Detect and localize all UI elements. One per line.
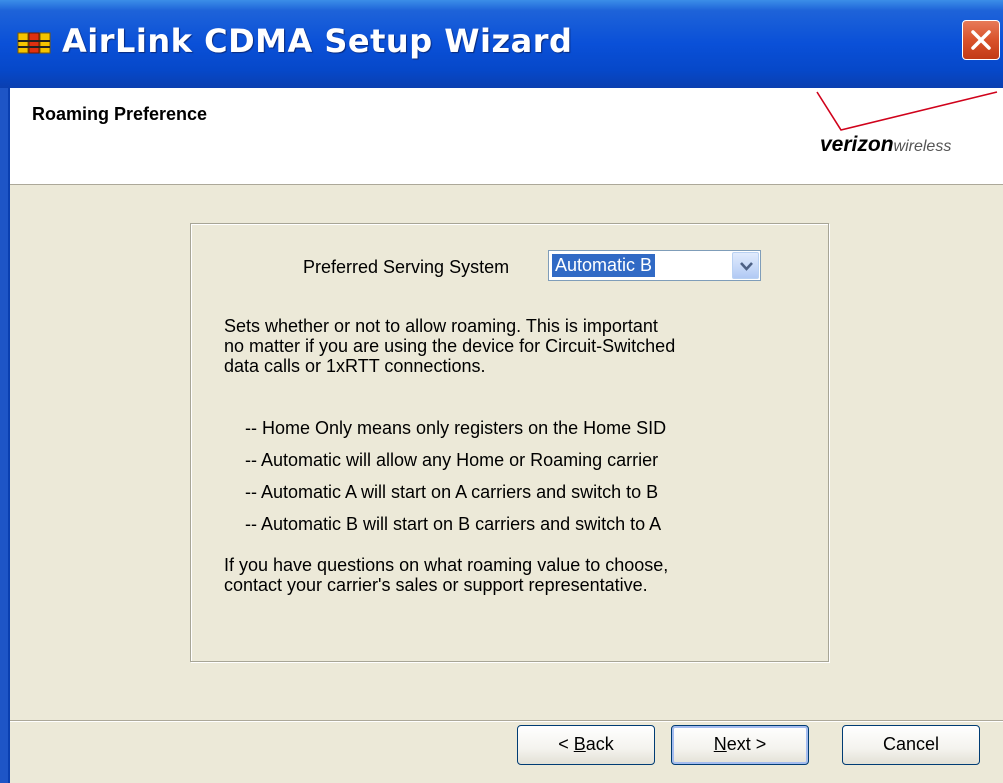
logo-brand-light: wireless — [893, 138, 952, 155]
description-line: Sets whether or not to allow roaming. Th… — [224, 316, 658, 336]
selected-value: Automatic B — [552, 254, 656, 277]
option-help-automatic-a: -- Automatic A will start on A carriers … — [245, 482, 659, 502]
description-line: data calls or 1xRTT connections. — [224, 356, 486, 376]
page-title: Roaming Preference — [32, 104, 208, 124]
logo-brand-bold: verizon — [820, 133, 894, 156]
back-prefix: < — [558, 734, 574, 754]
back-rest: ack — [585, 734, 614, 754]
airlink-app-icon — [17, 32, 51, 54]
next-rest: ext > — [726, 734, 767, 754]
footer-line: If you have questions on what roaming va… — [224, 555, 669, 575]
dropdown-button[interactable] — [732, 252, 759, 279]
verizon-wireless-logo: verizonwireless — [820, 133, 951, 157]
roaming-groupbox: Preferred Serving System Automatic B Set… — [190, 223, 829, 662]
preferred-serving-system-select[interactable]: Automatic B — [548, 250, 761, 281]
title-bar[interactable]: AirLink CDMA Setup Wizard — [0, 0, 1003, 89]
roaming-footer-note: If you have questions on what roaming va… — [224, 555, 668, 595]
next-mnemonic: N — [713, 734, 727, 754]
description-line: no matter if you are using the device fo… — [224, 336, 676, 356]
wizard-header: Roaming Preference verizonwireless — [10, 88, 1003, 185]
setup-wizard-window: AirLink CDMA Setup Wizard Roaming Prefer… — [0, 0, 1003, 783]
option-help-automatic: -- Automatic will allow any Home or Roam… — [245, 450, 659, 470]
window-title: AirLink CDMA Setup Wizard — [62, 22, 573, 60]
option-help-home-only: -- Home Only means only registers on the… — [245, 418, 667, 438]
roaming-description: Sets whether or not to allow roaming. Th… — [224, 316, 675, 376]
option-help-automatic-b: -- Automatic B will start on B carriers … — [245, 514, 662, 534]
footer-line: contact your carrier's sales or support … — [224, 575, 648, 595]
close-button[interactable] — [962, 20, 1000, 60]
next-button[interactable]: Next > — [671, 725, 809, 765]
cancel-button[interactable]: Cancel — [842, 725, 980, 765]
preferred-serving-system-label: Preferred Serving System — [303, 257, 510, 277]
close-icon — [971, 30, 991, 50]
back-button[interactable]: < Back — [517, 725, 655, 765]
back-mnemonic: B — [573, 734, 586, 754]
chevron-down-icon — [740, 262, 753, 271]
button-separator — [10, 720, 1003, 722]
window-left-border — [0, 88, 10, 783]
